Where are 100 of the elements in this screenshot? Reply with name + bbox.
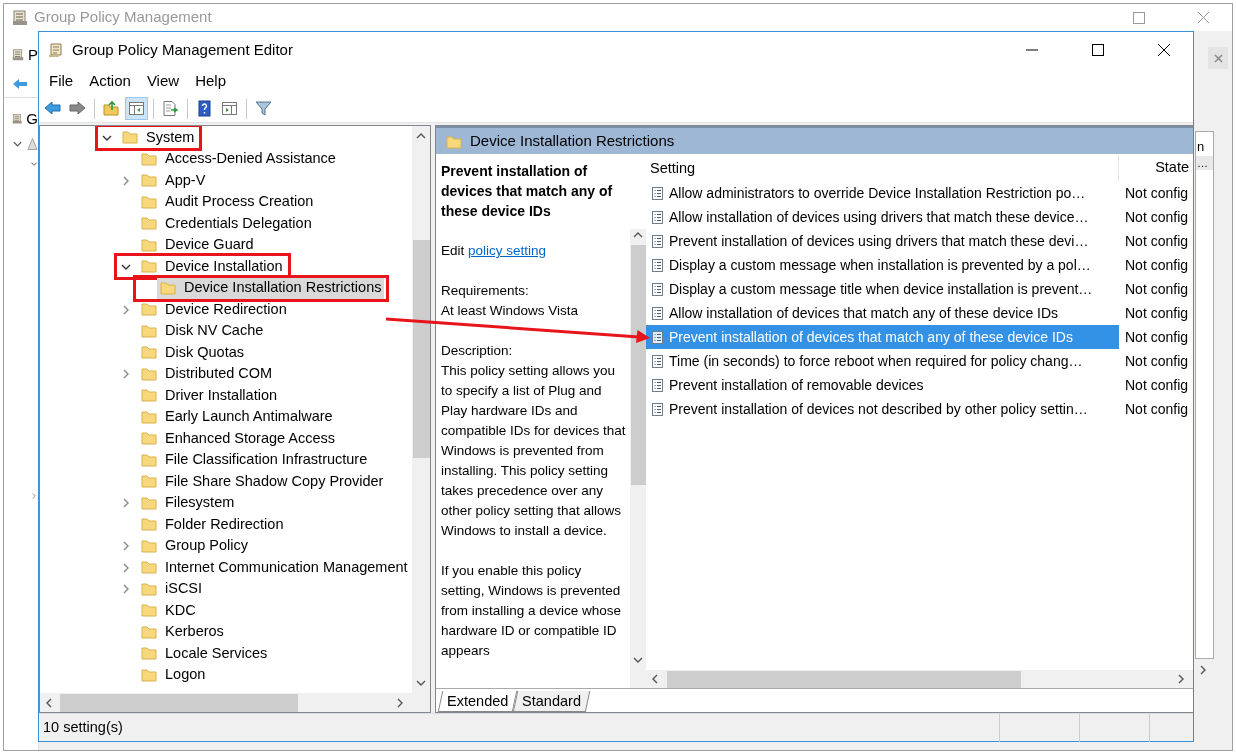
window-title: Group Policy Management Editor [72, 39, 293, 60]
view-tab[interactable]: Standard [513, 691, 591, 712]
folder-icon [141, 150, 157, 166]
tree-item[interactable]: Logon [165, 664, 206, 684]
tree-item[interactable]: Device Guard [165, 234, 254, 254]
setting-name[interactable]: Time (in seconds) to force reboot when required for policy chang… [669, 350, 1083, 372]
window-title: P [28, 44, 38, 65]
folder-icon [122, 129, 138, 144]
policy-icon [651, 353, 664, 369]
tree-item[interactable]: System [146, 126, 195, 147]
column-header[interactable]: Setting [646, 154, 1119, 181]
folder-icon [141, 172, 157, 187]
horizontal-scrollbar[interactable] [646, 670, 1193, 688]
setting-name[interactable]: Prevent installation of devices not described by other policy settin… [669, 398, 1088, 420]
toolbar-button[interactable] [125, 97, 148, 120]
tree-item[interactable]: Access-Denied Assistance [165, 148, 336, 168]
tree-item[interactable]: Driver Installation [165, 384, 277, 405]
tree-item[interactable]: App-V [165, 169, 206, 190]
filter-icon [255, 100, 272, 117]
tree-item[interactable]: KDC [165, 599, 196, 620]
tree-item[interactable]: Early Launch Antimalware [165, 406, 333, 426]
tree-item[interactable]: Disk NV Cache [165, 320, 264, 340]
section-label: Description: [441, 342, 514, 360]
tree-item[interactable]: Disk Quotas [165, 341, 244, 362]
back-arrow-icon[interactable] [12, 76, 28, 91]
horizontal-scrollbar[interactable] [40, 693, 430, 712]
policy-icon [651, 329, 664, 345]
folder-icon [141, 537, 157, 553]
setting-name[interactable]: Prevent installation of devices using drivers that match these devi… [669, 230, 1089, 252]
setting-name[interactable]: Allow installation of devices using drivers that match these device… [669, 206, 1089, 228]
tree-item[interactable]: Distributed COM [165, 363, 273, 383]
tree-item[interactable]: Audit Process Creation [165, 191, 314, 211]
policy-title: Prevent installation of devices that match any of these device IDs [441, 162, 614, 221]
folder-icon [141, 322, 157, 338]
folder-icon [141, 365, 157, 381]
help-icon [196, 100, 213, 117]
maximize-icon [1092, 44, 1104, 56]
maximize-icon [1133, 11, 1145, 24]
policy-icon [651, 209, 664, 225]
setting-state: Not config [1124, 279, 1190, 299]
tree-item[interactable]: Locale Services [165, 642, 268, 663]
folder-icon [141, 236, 157, 252]
tree-item[interactable]: File Share Shadow Copy Provider [165, 470, 384, 491]
setting-state: Not config [1124, 375, 1190, 395]
folder-icon [141, 516, 157, 531]
close-button[interactable] [1208, 47, 1228, 69]
column-header: n [1196, 138, 1206, 156]
scroll-thumb[interactable] [60, 693, 298, 712]
folder-icon [141, 473, 157, 488]
tree-item[interactable]: Folder Redirection [165, 513, 284, 534]
pane-toggle-icon [221, 100, 238, 117]
tree-item[interactable]: File Classification Infrastructure [165, 449, 368, 469]
policy-icon [651, 305, 664, 321]
setting-name[interactable]: Display a custom message title when device installation is prevent… [669, 278, 1093, 300]
tree-item[interactable]: Group Policy [165, 535, 248, 555]
table-cell: … [1196, 156, 1213, 170]
menu-item[interactable]: File [41, 70, 82, 93]
back-arrow-icon [44, 100, 61, 117]
vertical-scrollbar[interactable] [412, 126, 430, 693]
scroll-thumb[interactable] [630, 245, 646, 485]
close-icon [1196, 11, 1210, 24]
setting-name[interactable]: Display a custom message when installation is prevented by a pol… [669, 254, 1091, 276]
tree-item[interactable]: Kerberos [165, 621, 224, 641]
setting-name[interactable]: Allow administrators to override Device Installation Restriction po… [669, 182, 1086, 204]
tree-item[interactable]: Device Installation [165, 255, 283, 276]
folder-icon [141, 451, 157, 467]
scroll-thumb[interactable] [412, 240, 430, 458]
tree-item[interactable]: Internet Communication Management [165, 556, 408, 577]
console-icon [12, 111, 23, 127]
tree-item[interactable]: Credentials Delegation [165, 212, 312, 233]
setting-name[interactable]: Allow installation of devices that match any of these device IDs [669, 302, 1059, 324]
edit-label: Edit [441, 243, 465, 258]
setting-name[interactable]: Prevent installation of removable devices [669, 374, 924, 396]
column-header[interactable]: State [1119, 156, 1193, 179]
policy-icon [651, 233, 664, 249]
vertical-scrollbar[interactable] [630, 229, 646, 688]
menu-item[interactable]: View [138, 70, 188, 93]
folder-icon [141, 344, 157, 359]
policy-setting-link[interactable]: policy setting [468, 243, 547, 258]
menu-item[interactable]: Help [187, 70, 234, 93]
view-tab[interactable]: Extended [437, 691, 518, 712]
tree-item[interactable]: Enhanced Storage Access [165, 427, 336, 448]
export-icon [162, 100, 179, 117]
console-icon [48, 42, 64, 58]
setting-state: Not config [1124, 183, 1190, 203]
folder-icon [141, 666, 157, 682]
section-text: If you enable this policy setting, Windows is prevented from installing a device whose hardware ID or compatible ID appears [441, 562, 623, 660]
folder-icon [141, 623, 157, 639]
setting-state: Not config [1124, 351, 1190, 371]
tree-item[interactable]: Device Redirection [165, 298, 287, 319]
menu-item[interactable]: Action [81, 70, 139, 93]
tree-item[interactable]: G [26, 107, 38, 131]
tree-item[interactable]: iSCSI [165, 578, 203, 598]
scroll-thumb[interactable] [667, 670, 1021, 688]
folder-icon [446, 133, 462, 149]
policy-icon [651, 401, 664, 417]
tree-item[interactable]: Filesystem [165, 492, 235, 512]
section-text: At least Windows Vista [441, 302, 580, 320]
folder-icon [141, 559, 157, 574]
pane-title: Device Installation Restrictions [470, 130, 675, 151]
